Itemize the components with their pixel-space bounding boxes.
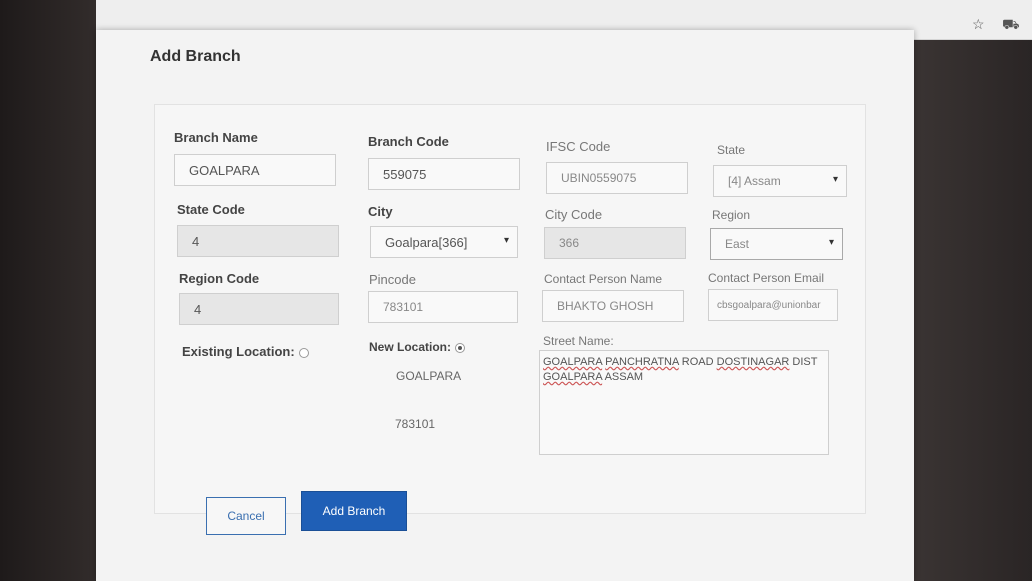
street-word: DIST (792, 356, 818, 368)
street-word: PANCHRATNA (605, 356, 679, 368)
ifsc-code-label: IFSC Code (546, 139, 611, 154)
new-location-radio[interactable] (455, 342, 466, 353)
branch-name-label: Branch Name (174, 130, 258, 145)
new-location-label: New Location: (369, 340, 452, 354)
state-label: State (717, 143, 746, 157)
new-location-city[interactable]: GOALPARA (396, 369, 461, 383)
new-location-option[interactable]: New Location: (369, 340, 466, 354)
street-word: ROAD (681, 356, 714, 368)
state-code-label: State Code (177, 202, 245, 217)
city-label: City (368, 204, 393, 219)
city-select[interactable]: Goalpara[366] (370, 226, 518, 258)
ifsc-code-input[interactable]: UBIN0559075 (546, 162, 688, 194)
street-word: DOSTINAGAR (716, 356, 790, 368)
pincode-input[interactable]: 783101 (368, 291, 518, 323)
state-select[interactable]: [4] Assam (713, 165, 847, 197)
city-code-input[interactable]: 366 (544, 227, 686, 259)
branch-code-label: Branch Code (368, 134, 449, 149)
street-name-line2: GOALPARA ASSAM (543, 370, 825, 385)
add-branch-button[interactable]: Add Branch (301, 491, 407, 531)
branch-name-input[interactable]: GOALPARA (174, 154, 336, 186)
street-word: ASSAM (604, 371, 644, 383)
screen-bezel-right (914, 40, 1032, 581)
state-code-input[interactable]: 4 (177, 225, 339, 257)
region-code-input[interactable]: 4 (179, 293, 339, 325)
modal-title: Add Branch (150, 48, 241, 65)
star-icon[interactable]: ☆ (972, 16, 985, 33)
pincode-label: Pincode (369, 272, 416, 287)
cancel-button[interactable]: Cancel (206, 497, 286, 535)
existing-location-radio[interactable] (298, 347, 309, 358)
contact-person-email-label: Contact Person Email (708, 271, 825, 285)
city-code-label: City Code (545, 207, 603, 222)
region-select[interactable]: East (710, 228, 843, 260)
add-branch-modal: Add Branch Branch Name GOALPARA Branch C… (96, 30, 914, 581)
cart-icon[interactable]: ⛟ (1002, 16, 1020, 35)
street-name-textarea[interactable]: GOALPARA PANCHRATNA ROAD DOSTINAGAR DIST… (539, 350, 829, 455)
contact-person-name-input[interactable]: BHAKTO GHOSH (542, 290, 684, 322)
new-location-pincode[interactable]: 783101 (395, 417, 435, 431)
street-name-label: Street Name: (543, 334, 614, 348)
street-word: GOALPARA (543, 356, 603, 368)
existing-location-option[interactable]: Existing Location: (182, 344, 309, 359)
contact-person-email-input[interactable]: cbsgoalpara@unionbar (708, 289, 838, 321)
contact-person-name-label: Contact Person Name (544, 272, 663, 286)
region-label: Region (712, 208, 751, 222)
street-word: GOALPARA (543, 371, 603, 383)
screen-bezel-left (0, 0, 96, 581)
region-code-label: Region Code (179, 271, 260, 286)
existing-location-label: Existing Location: (182, 344, 295, 359)
branch-code-input[interactable]: 559075 (368, 158, 520, 190)
street-name-line1: GOALPARA PANCHRATNA ROAD DOSTINAGAR DIST (543, 355, 825, 370)
